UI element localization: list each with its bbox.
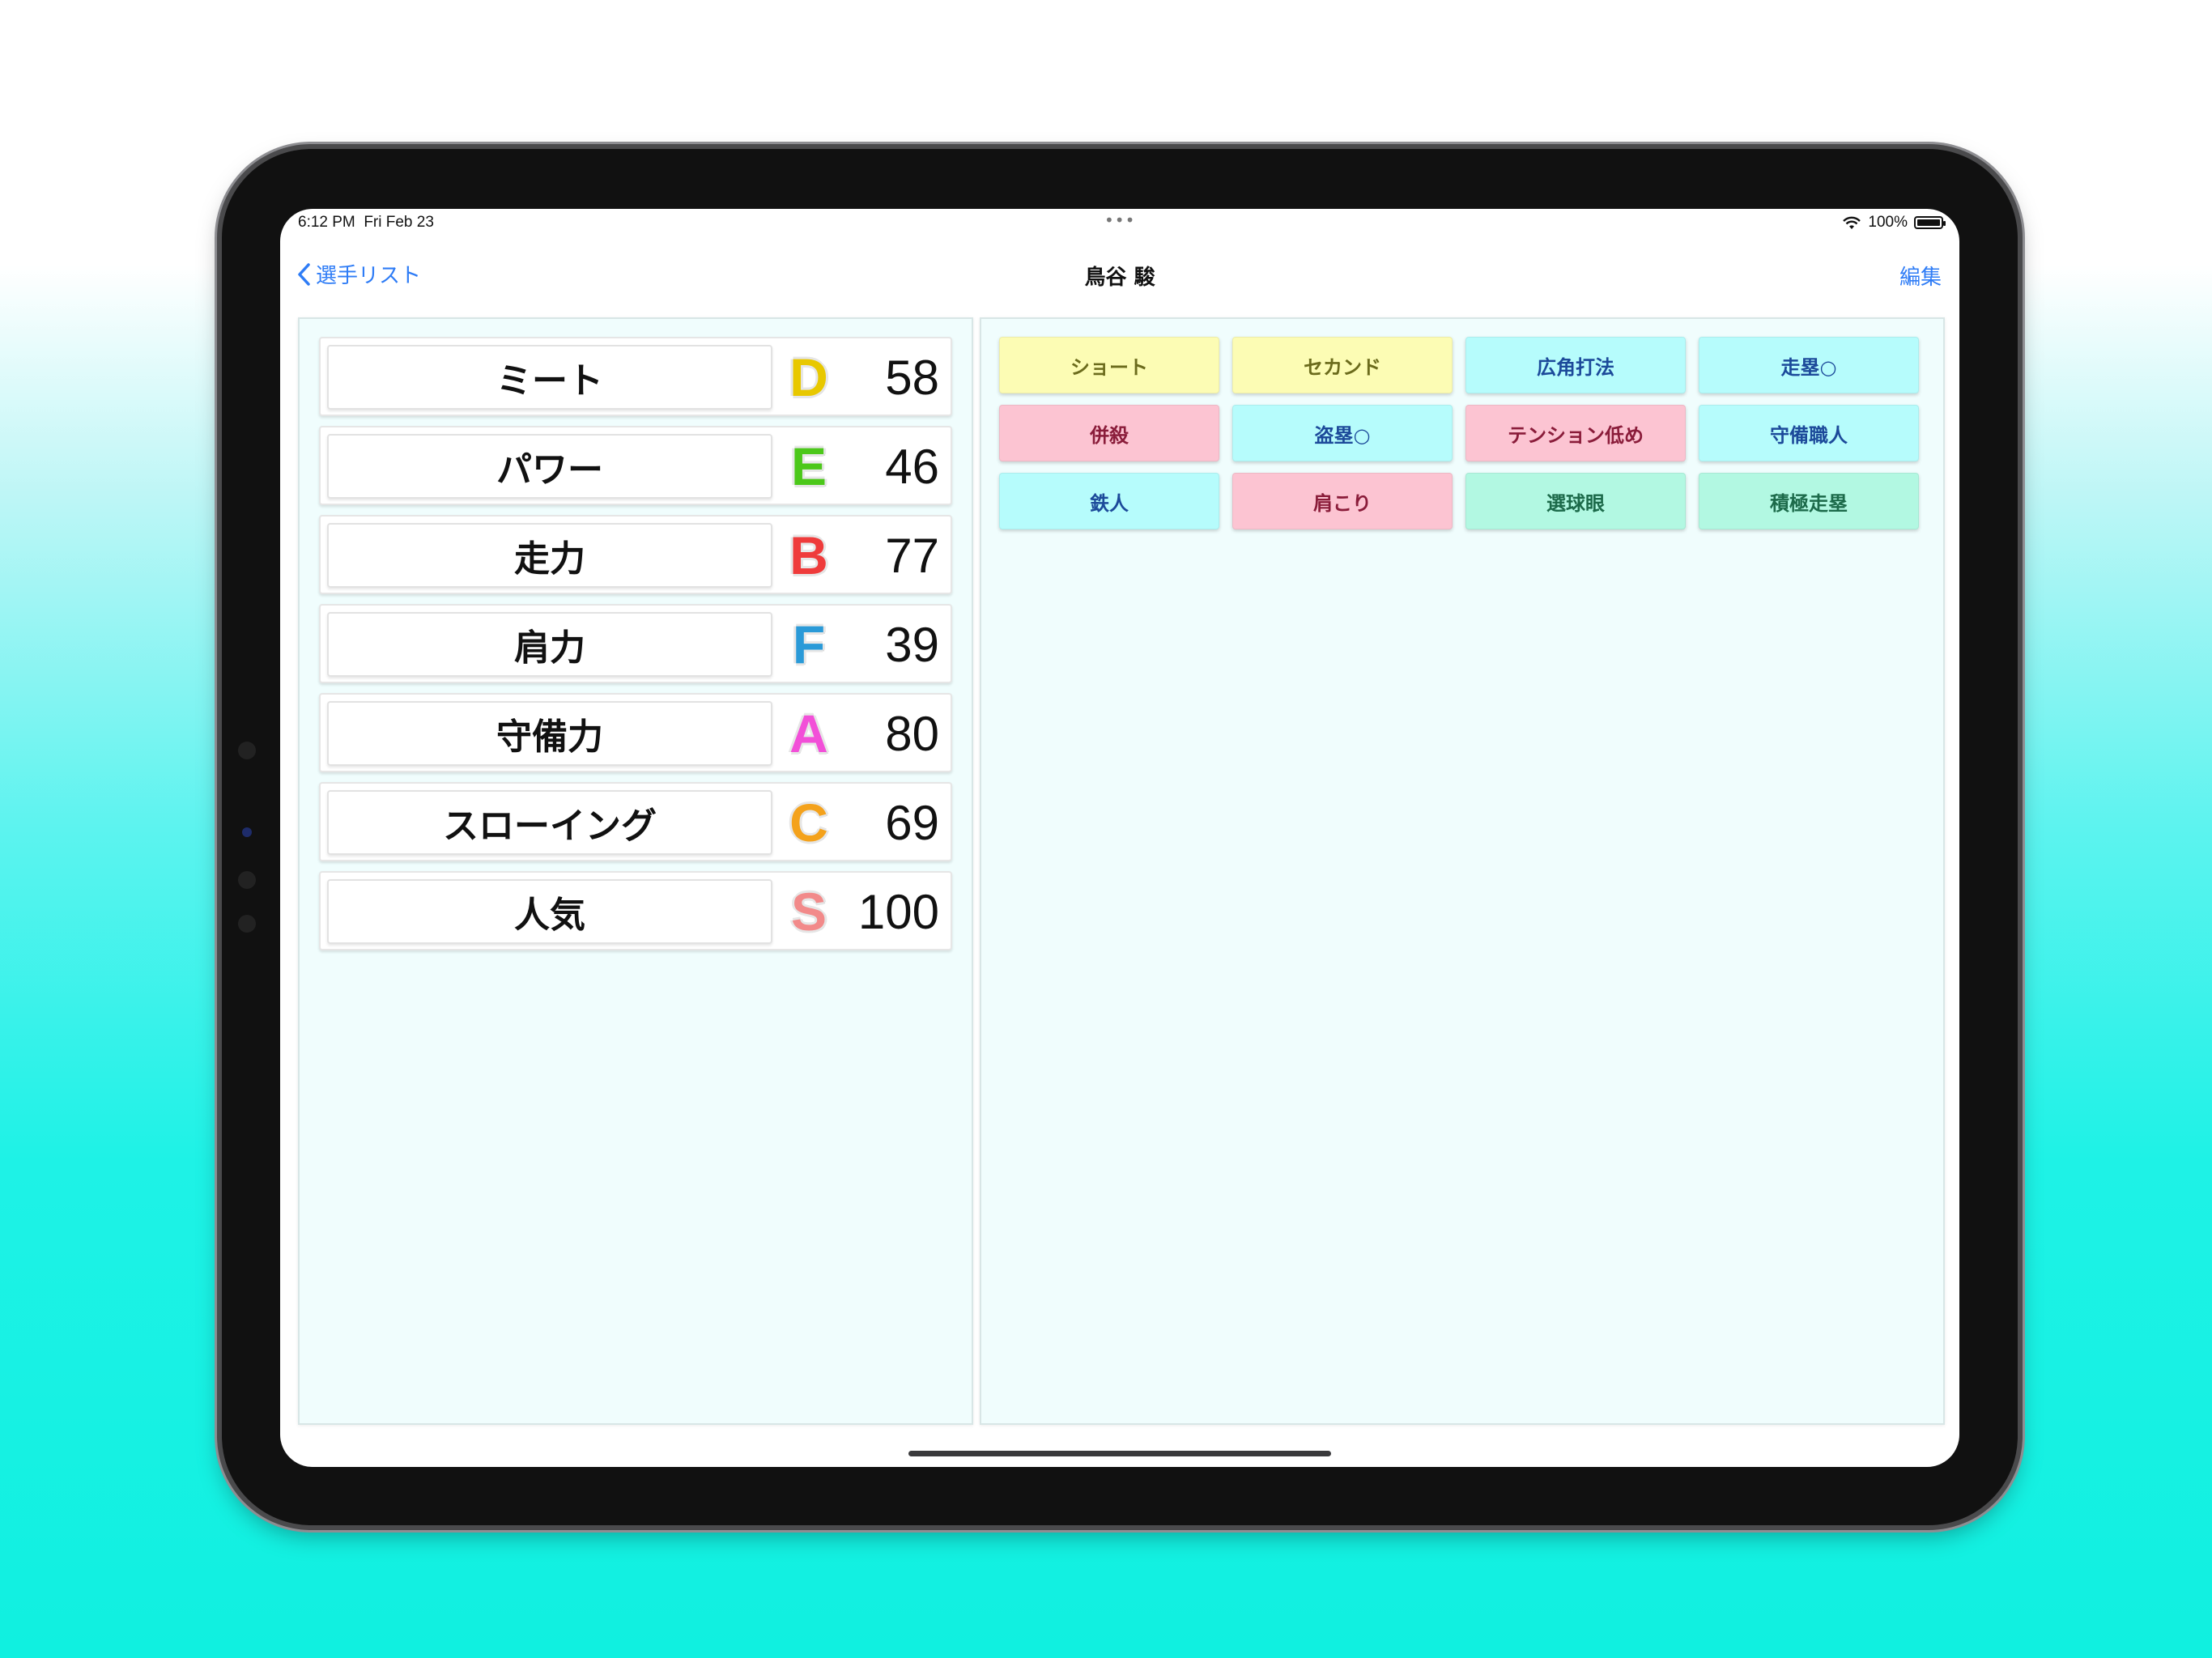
stat-grade: B (789, 525, 828, 585)
stats-panel: ミート D 58 パワー E 46 走力 B 77 肩力 F 39 守備力 A … (298, 317, 973, 1425)
stat-label: 人気 (327, 879, 772, 944)
stat-grade: D (789, 347, 828, 407)
tag-chip[interactable]: 併殺 (999, 405, 1219, 461)
battery-icon (1914, 216, 1946, 229)
stat-value: 69 (885, 795, 939, 850)
stat-label: スローイング (327, 790, 772, 855)
stat-row: 肩力 F 39 (319, 604, 952, 683)
sensor-dot (238, 915, 256, 933)
tag-chip[interactable]: 鉄人 (999, 473, 1219, 529)
camera-dot (238, 742, 256, 759)
stat-value: 80 (885, 706, 939, 761)
tag-chip[interactable]: 選球眼 (1465, 473, 1686, 529)
stat-value: 77 (885, 528, 939, 583)
stat-row: 守備力 A 80 (319, 693, 952, 772)
status-time: 6:12 PM Fri Feb 23 (298, 214, 434, 231)
tag-chip[interactable]: 広角打法 (1465, 337, 1686, 393)
stat-value: 46 (885, 439, 939, 494)
tag-chip[interactable]: 肩こり (1232, 473, 1453, 529)
stat-grade: C (789, 793, 828, 852)
sensor-dot (238, 871, 256, 889)
navigation-bar: 選手リスト 鳥谷 駿 編集 (280, 249, 1959, 298)
tag-chip[interactable]: 盗塁○ (1232, 405, 1453, 461)
tag-chip[interactable]: ショート (999, 337, 1219, 393)
stat-row: 人気 S 100 (319, 871, 952, 950)
stat-label: 肩力 (327, 612, 772, 677)
tag-chip[interactable]: セカンド (1232, 337, 1453, 393)
page-title: 鳥谷 駿 (1084, 266, 1155, 290)
stat-grade: F (792, 614, 826, 674)
camera-lens (242, 827, 252, 837)
stat-label: パワー (327, 434, 772, 499)
tags-panel: ショート セカンド 広角打法 走塁○ 併殺 盗塁○ テンション低め 守備職人 鉄… (980, 317, 1945, 1425)
tag-chip[interactable]: 積極走塁 (1699, 473, 1919, 529)
stat-row: 走力 B 77 (319, 515, 952, 594)
stat-row: パワー E 46 (319, 426, 952, 505)
tag-chip[interactable]: 守備職人 (1699, 405, 1919, 461)
stat-label: ミート (327, 345, 772, 410)
stat-grade: A (789, 704, 828, 763)
stat-value: 39 (885, 617, 939, 672)
stat-row: ミート D 58 (319, 337, 952, 416)
stat-value: 58 (885, 350, 939, 405)
tag-chip[interactable]: テンション低め (1465, 405, 1686, 461)
stat-grade: S (790, 882, 827, 942)
multitask-dots[interactable]: ••• (1104, 210, 1135, 230)
home-indicator[interactable] (908, 1451, 1331, 1456)
stat-value: 100 (857, 884, 939, 939)
stat-label: 守備力 (327, 701, 772, 766)
screen: 6:12 PM Fri Feb 23 ••• 100% 選手リスト 鳥谷 駿 編… (280, 209, 1959, 1467)
tag-chip[interactable]: 走塁○ (1699, 337, 1919, 393)
edit-button[interactable]: 編集 (1899, 261, 1942, 291)
battery-percent: 100% (1868, 214, 1908, 231)
stat-row: スローイング C 69 (319, 782, 952, 861)
status-bar: 6:12 PM Fri Feb 23 ••• 100% (280, 209, 1959, 233)
stat-label: 走力 (327, 523, 772, 588)
stat-grade: E (790, 436, 827, 496)
wifi-icon (1843, 216, 1861, 229)
